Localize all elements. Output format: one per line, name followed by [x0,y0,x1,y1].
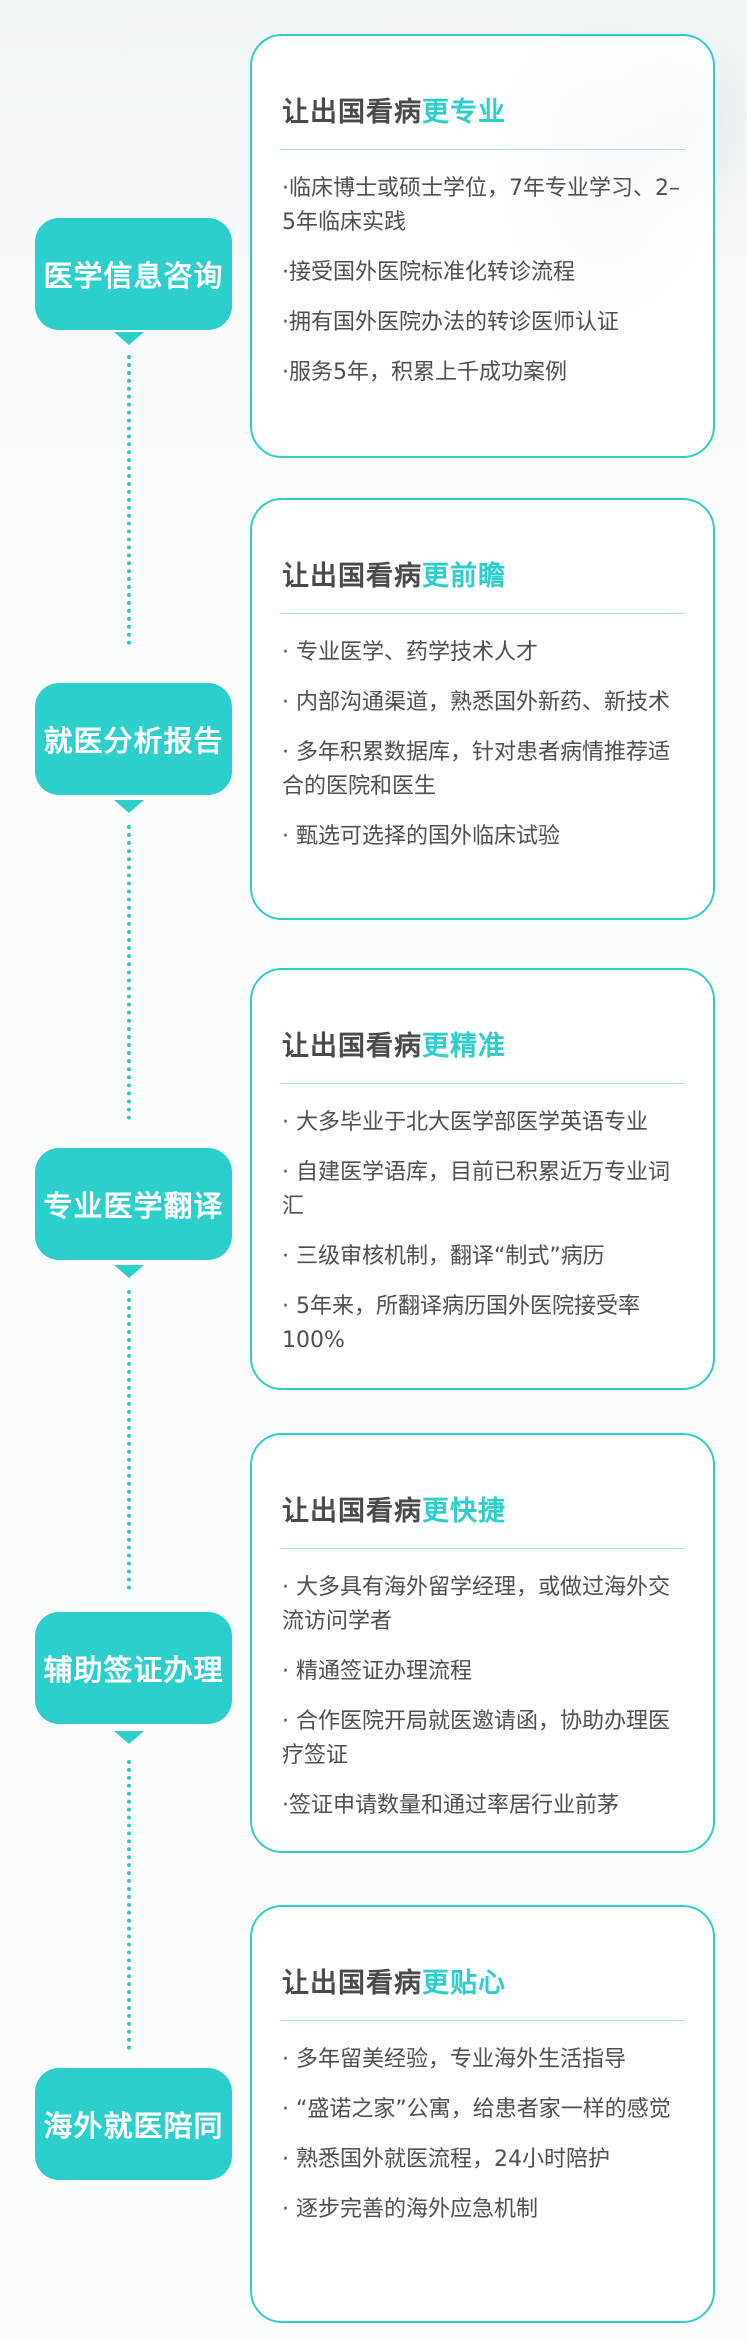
list-item: · 5年来，所翻译病历国外医院接受率100% [282,1294,640,1353]
card-title-highlight: 更贴心 [422,1968,506,1999]
section-label-analysis-report: 就医分析报告 [35,683,232,795]
card-title-highlight: 更前瞻 [422,561,506,592]
card-divider [280,1548,685,1549]
card-title: 让出国看病更前瞻 [282,561,506,592]
down-arrow-icon [114,1731,144,1744]
card-title: 让出国看病更精准 [282,1031,506,1062]
list-item: ·接受国外医院标准化转诊流程 [282,260,575,285]
section-label-medical-translation: 专业医学翻译 [35,1148,232,1260]
card-title-highlight: 更专业 [422,97,506,128]
card-title: 让出国看病更贴心 [282,1968,506,1999]
card-divider [280,613,685,614]
list-item: ·服务5年，积累上千成功案例 [282,360,567,385]
feature-card: 让出国看病更快捷 · 大多具有海外留学经理，或做过海外交流访问学者 · 精通签证… [250,1433,715,1853]
card-divider [280,2020,685,2021]
feature-card: 让出国看病更精准 · 大多毕业于北大医学部医学英语专业 · 自建医学语库，目前已… [250,968,715,1390]
list-item: · 大多毕业于北大医学部医学英语专业 [282,1110,648,1135]
feature-card: 让出国看病更贴心 · 多年留美经验，专业海外生活指导 · “盛诺之家”公寓，给患… [250,1905,715,2323]
feature-card: 让出国看病更前瞻 · 专业医学、药学技术人才 · 内部沟通渠道，熟悉国外新药、新… [250,498,715,920]
card-title-highlight: 更快捷 [422,1496,506,1527]
down-arrow-icon [114,800,144,813]
down-arrow-icon [114,332,144,345]
list-item: ·拥有国外医院办法的转诊医师认证 [282,310,619,335]
list-item: · 专业医学、药学技术人才 [282,640,538,665]
list-item: · 熟悉国外就医流程，24小时陪护 [282,2147,610,2172]
list-item: ·签证申请数量和通过率居行业前茅 [282,1793,619,1818]
section-label-medical-consulting: 医学信息咨询 [35,218,232,330]
list-item: · 多年留美经验，专业海外生活指导 [282,2047,626,2072]
list-item: · 三级审核机制，翻译“制式”病历 [282,1244,605,1269]
card-divider [280,149,685,150]
section-label-text: 医学信息咨询 [43,259,224,293]
section-label-text: 海外就医陪同 [43,2109,224,2143]
list-item: · 甄选可选择的国外临床试验 [282,824,560,849]
card-title-highlight: 更精准 [422,1031,506,1062]
feature-card: 让出国看病更专业 ·临床博士或硕士学位，7年专业学习、2–5年临床实践 ·接受国… [250,34,715,458]
timeline-connector [127,355,131,645]
section-label-overseas-escort: 海外就医陪同 [35,2068,232,2180]
card-title: 让出国看病更快捷 [282,1496,506,1527]
list-item: · 合作医院开局就医邀请函，协助办理医疗签证 [282,1709,670,1768]
list-item: · 自建医学语库，目前已积累近万专业词汇 [282,1160,670,1219]
section-label-text: 专业医学翻译 [43,1189,224,1223]
list-item: · 逐步完善的海外应急机制 [282,2197,538,2222]
list-item: · 大多具有海外留学经理，或做过海外交流访问学者 [282,1575,670,1634]
timeline-connector [127,825,131,1120]
card-divider [280,1083,685,1084]
section-label-text: 辅助签证办理 [43,1653,224,1687]
list-item: · 内部沟通渠道，熟悉国外新药、新技术 [282,690,670,715]
list-item: · 精通签证办理流程 [282,1659,472,1684]
timeline-connector [127,1760,131,2050]
section-label-text: 就医分析报告 [43,724,224,758]
section-label-visa-assistance: 辅助签证办理 [35,1612,232,1724]
list-item: · “盛诺之家”公寓，给患者家一样的感觉 [282,2097,671,2122]
card-title: 让出国看病更专业 [282,97,506,128]
list-item: · 多年积累数据库，针对患者病情推荐适合的医院和医生 [282,740,670,799]
list-item: ·临床博士或硕士学位，7年专业学习、2–5年临床实践 [282,176,680,235]
timeline-connector [127,1290,131,1590]
down-arrow-icon [114,1265,144,1278]
